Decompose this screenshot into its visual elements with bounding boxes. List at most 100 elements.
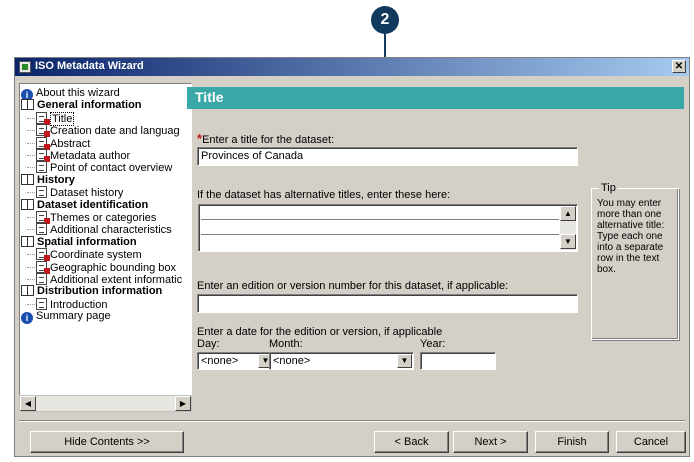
tree-item-label: General information <box>37 99 142 112</box>
alt-title-row <box>201 219 559 220</box>
tree-connector <box>27 254 35 256</box>
tip-text: You may enter more than one alternative … <box>597 198 665 275</box>
scroll-up-icon[interactable]: ▲ <box>560 206 576 221</box>
month-label: Month: <box>269 338 303 350</box>
scroll-left-icon[interactable]: ◀ <box>20 396 36 411</box>
alt-titles-scrollbar[interactable]: ▲ ▼ <box>560 206 576 250</box>
tree-item-label: About this wizard <box>36 87 120 99</box>
page-icon <box>36 161 47 174</box>
title-field-label: *Enter a title for the dataset: <box>197 131 334 146</box>
tree-item-label: Summary page <box>36 310 111 323</box>
tree-item-label: Additional characteristics <box>50 224 172 237</box>
page-icon <box>36 223 47 236</box>
tip-title: Tip <box>599 182 618 194</box>
tree-connector <box>27 217 35 218</box>
date-label: Enter a date for the edition or version,… <box>197 326 443 338</box>
tree-item[interactable]: Creation date and languag <box>36 124 180 138</box>
tree-item[interactable]: Themes or categories <box>36 211 156 224</box>
finish-button[interactable]: Finish <box>535 431 609 453</box>
title-bar[interactable]: ISO Metadata Wizard ✕ <box>15 58 689 76</box>
tree-horizontal-scrollbar[interactable]: ◀ ▶ <box>19 395 192 412</box>
tree-item-label: Creation date and languag <box>50 125 180 138</box>
info-icon: i <box>21 312 33 325</box>
year-label: Year: <box>420 338 446 350</box>
alt-title-row <box>201 234 559 235</box>
tree-item[interactable]: Dataset identification <box>21 198 149 211</box>
day-select[interactable]: <none> ▼ <box>197 352 275 370</box>
alt-titles-label: If the dataset has alternative titles, e… <box>197 189 451 201</box>
page-title: Title <box>187 87 684 109</box>
contents-tree[interactable]: i About this wizard General information Tit… <box>19 83 192 403</box>
tree-item[interactable]: Distribution information <box>21 285 162 297</box>
tree-item-label: Point of contact overview <box>50 162 173 175</box>
tree-item[interactable]: Point of contact overview <box>36 161 172 174</box>
footer-divider <box>19 420 685 422</box>
close-button[interactable]: ✕ <box>672 60 686 73</box>
tree-item[interactable]: Additional characteristics <box>36 223 172 236</box>
tree-item-label: Geographic bounding box <box>50 261 176 274</box>
app-icon <box>19 61 31 73</box>
book-icon <box>21 235 34 247</box>
scroll-down-icon[interactable]: ▼ <box>560 234 576 249</box>
wizard-window: ISO Metadata Wizard ✕ i About this wizard… <box>14 57 690 457</box>
tree-item-label: Dataset history <box>50 187 124 200</box>
tree-connector <box>27 303 35 305</box>
tree-item-label: Introduction <box>50 298 108 311</box>
tree-item[interactable]: General information <box>21 99 142 111</box>
page-icon <box>36 273 47 285</box>
tree-item-label: Additional extent informatic <box>50 274 183 286</box>
edition-label: Enter an edition or version number for t… <box>197 280 509 292</box>
tree-item-label: History <box>37 173 75 186</box>
tree-connector <box>27 279 35 280</box>
page-red-icon <box>36 260 50 274</box>
tree-item[interactable]: Additional extent informatic <box>36 273 182 286</box>
cancel-button[interactable]: Cancel <box>616 431 686 453</box>
page-red-icon <box>36 124 50 138</box>
tree-connector <box>27 229 35 231</box>
tree-connector <box>27 167 35 169</box>
tree-connector <box>27 117 35 119</box>
page-icon <box>36 297 47 310</box>
back-button[interactable]: < Back <box>374 431 449 453</box>
tree-connector <box>27 266 35 268</box>
title-input[interactable]: Provinces of Canada <box>197 147 578 166</box>
alt-titles-grid[interactable]: ▲ ▼ <box>198 204 578 252</box>
tree-item-label: Coordinate system <box>50 249 142 262</box>
month-select-value: <none> <box>273 355 311 367</box>
year-input[interactable] <box>420 352 496 370</box>
tree-item-label: Distribution information <box>37 285 163 298</box>
tree-item[interactable]: Abstract <box>36 136 91 150</box>
day-label: Day: <box>197 338 220 350</box>
tree-item[interactable]: Metadata author <box>36 149 130 162</box>
page-red-icon <box>36 149 50 162</box>
tree-item[interactable]: History <box>21 173 75 186</box>
page-red-icon <box>36 111 50 125</box>
tree-item[interactable]: Geographic bounding box <box>36 260 176 274</box>
tree-item-label: Dataset identification <box>37 198 149 211</box>
tree-item[interactable]: Spatial information <box>21 235 137 248</box>
page-red-icon <box>36 136 50 150</box>
tree-item-label: Abstract <box>50 137 91 150</box>
callout-number: 2 <box>371 6 399 34</box>
book-icon <box>21 198 34 210</box>
edition-input[interactable] <box>197 294 578 313</box>
month-select[interactable]: <none> ▼ <box>269 352 414 370</box>
book-icon <box>21 285 34 297</box>
tree-item-label: Spatial information <box>37 235 137 248</box>
chevron-down-icon[interactable]: ▼ <box>397 354 412 368</box>
title-label-text: Enter a title for the dataset: <box>202 134 335 146</box>
tree-item-label: Metadata author <box>50 150 131 162</box>
book-icon <box>21 173 34 185</box>
next-button[interactable]: Next > <box>453 431 528 453</box>
tree-item[interactable]: i Summary page <box>21 310 111 325</box>
tree-connector <box>27 192 35 194</box>
tree-connector <box>27 142 35 144</box>
hide-contents-button[interactable]: Hide Contents >> <box>30 431 184 453</box>
tree-item[interactable]: Coordinate system <box>36 248 142 262</box>
scroll-right-icon[interactable]: ▶ <box>175 396 191 411</box>
tree-item[interactable]: Dataset history <box>36 186 123 199</box>
tree-connector <box>27 130 35 132</box>
tree-item[interactable]: Introduction <box>36 297 108 311</box>
day-select-value: <none> <box>201 355 239 367</box>
tree-item-label: Themes or categories <box>50 212 157 224</box>
